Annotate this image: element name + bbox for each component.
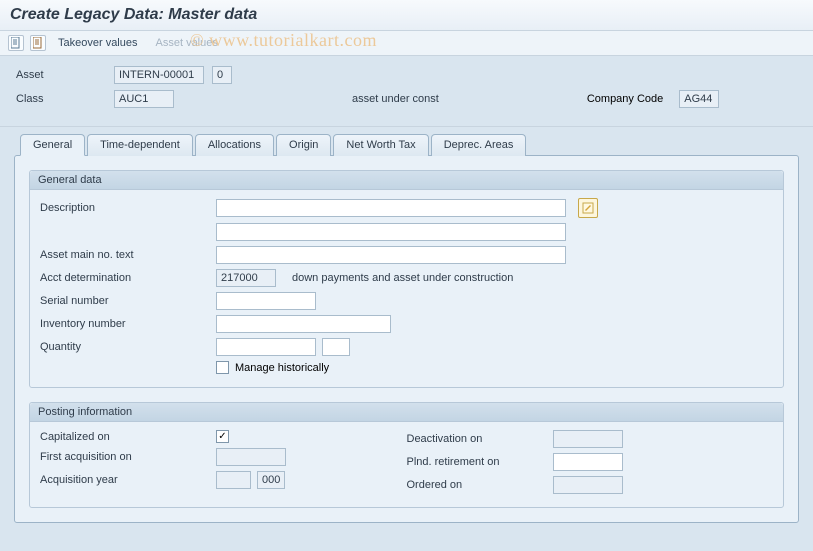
ordered-on-input[interactable] — [553, 476, 623, 494]
page-title: Create Legacy Data: Master data — [10, 6, 803, 24]
serial-number-input[interactable] — [216, 292, 316, 310]
tabs-container: General Time-dependent Allocations Origi… — [0, 127, 813, 537]
general-data-header: General data — [30, 171, 783, 190]
general-data-group: General data Description Asset main no. … — [29, 170, 784, 388]
asset-main-text-label: Asset main no. text — [40, 249, 210, 261]
company-code-input[interactable] — [679, 90, 719, 108]
tab-net-worth-tax[interactable]: Net Worth Tax — [333, 134, 428, 156]
first-acquisition-input[interactable] — [216, 448, 286, 466]
asset-values-button: Asset values — [150, 35, 224, 51]
acct-determination-input[interactable] — [216, 269, 276, 287]
capitalized-on-label: Capitalized on — [40, 431, 210, 443]
serial-number-label: Serial number — [40, 295, 210, 307]
tab-time-dependent[interactable]: Time-dependent — [87, 134, 193, 156]
inventory-number-label: Inventory number — [40, 318, 210, 330]
description-input[interactable] — [216, 199, 566, 217]
quantity-input[interactable] — [216, 338, 316, 356]
header-area: Asset Class asset under const Company Co… — [0, 56, 813, 127]
inventory-number-input[interactable] — [216, 315, 391, 333]
tab-strip: General Time-dependent Allocations Origi… — [20, 133, 799, 155]
posting-info-group: Posting information Capitalized on ✓ Fir… — [29, 402, 784, 508]
asset-input[interactable] — [114, 66, 204, 84]
title-bar: Create Legacy Data: Master data — [0, 0, 813, 31]
company-code-label: Company Code — [587, 93, 663, 105]
tab-allocations[interactable]: Allocations — [195, 134, 274, 156]
tab-deprec-areas[interactable]: Deprec. Areas — [431, 134, 527, 156]
posting-info-header: Posting information — [30, 403, 783, 422]
deactivation-on-input[interactable] — [553, 430, 623, 448]
acquisition-year-input[interactable] — [216, 471, 251, 489]
doc-icon-2[interactable] — [30, 35, 46, 51]
asset-main-text-input[interactable] — [216, 246, 566, 264]
asset-label: Asset — [16, 69, 106, 81]
takeover-values-button[interactable]: Takeover values — [52, 35, 144, 51]
manage-historically-checkbox[interactable] — [216, 361, 229, 374]
class-label: Class — [16, 93, 106, 105]
description-label: Description — [40, 202, 210, 214]
description2-input[interactable] — [216, 223, 566, 241]
doc-icon-1[interactable] — [8, 35, 24, 51]
plnd-retirement-label: Plnd. retirement on — [407, 456, 547, 468]
manage-historically-label: Manage historically — [235, 362, 329, 374]
acct-determination-desc: down payments and asset under constructi… — [292, 272, 513, 284]
long-text-icon[interactable] — [578, 198, 598, 218]
deactivation-on-label: Deactivation on — [407, 433, 547, 445]
plnd-retirement-input[interactable] — [553, 453, 623, 471]
asset-sub-input[interactable] — [212, 66, 232, 84]
quantity-label: Quantity — [40, 341, 210, 353]
acquisition-year-label: Acquisition year — [40, 474, 210, 486]
tab-content: General data Description Asset main no. … — [14, 155, 799, 523]
toolbar: Takeover values Asset values — [0, 31, 813, 56]
ordered-on-label: Ordered on — [407, 479, 547, 491]
tab-general[interactable]: General — [20, 134, 85, 156]
acquisition-period-input[interactable] — [257, 471, 285, 489]
capitalized-required-icon: ✓ — [216, 430, 229, 443]
quantity-unit-input[interactable] — [322, 338, 350, 356]
tab-origin[interactable]: Origin — [276, 134, 331, 156]
acct-determination-label: Acct determination — [40, 272, 210, 284]
first-acquisition-label: First acquisition on — [40, 451, 210, 463]
class-description: asset under const — [352, 93, 439, 105]
class-input[interactable] — [114, 90, 174, 108]
